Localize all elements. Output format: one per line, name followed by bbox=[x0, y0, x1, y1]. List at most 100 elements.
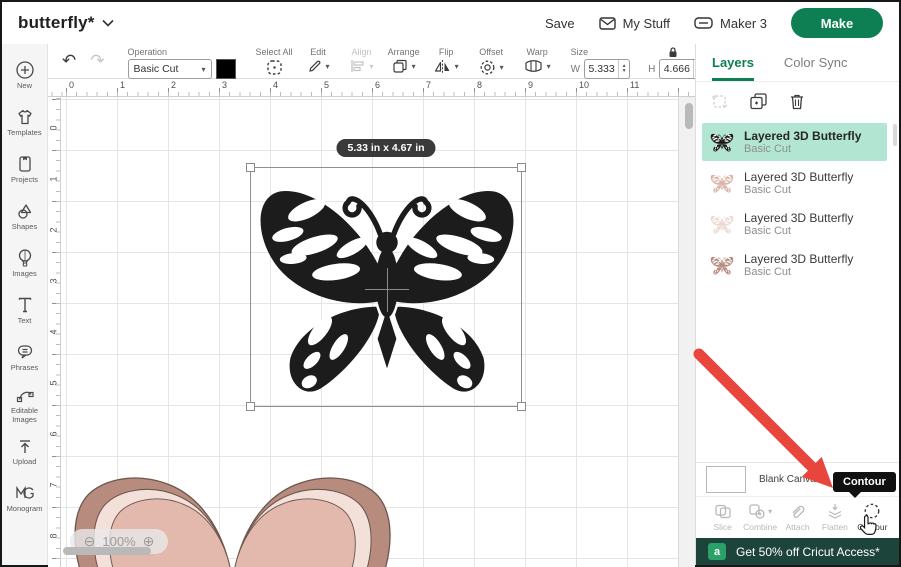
envelope-icon bbox=[599, 17, 616, 30]
ruler-tick-label: 2 bbox=[171, 80, 176, 90]
sidebar-item-upload[interactable]: Upload bbox=[2, 428, 47, 475]
sidebar-item-new[interactable]: New bbox=[2, 52, 47, 99]
layers-panel: Layers Color Sync Layered 3D ButterflyBa… bbox=[695, 44, 899, 565]
canvas-vertical-scrollbar[interactable] bbox=[685, 99, 694, 547]
ruler-vertical: 0 1 2 3 4 5 6 7 8 bbox=[48, 97, 61, 567]
monogram-icon bbox=[14, 483, 36, 503]
flatten-icon bbox=[826, 502, 844, 520]
promo-text: Get 50% off Cricut Access* bbox=[736, 545, 880, 559]
align-button[interactable]: ▾ bbox=[350, 59, 374, 73]
ruler-tick-label: 9 bbox=[528, 80, 533, 90]
upload-icon bbox=[15, 436, 35, 456]
blank-canvas-swatch[interactable] bbox=[706, 466, 746, 493]
arrange-button[interactable]: ▾ bbox=[392, 59, 416, 74]
operation-label: Operation bbox=[128, 47, 168, 57]
duplicate-icon bbox=[749, 92, 768, 111]
width-input[interactable]: 5.333 ▲▼ bbox=[584, 59, 630, 79]
contour-icon bbox=[863, 502, 881, 520]
layer-row[interactable]: Layered 3D ButterflyBasic Cut bbox=[702, 123, 887, 161]
delete-button[interactable] bbox=[788, 92, 806, 111]
undo-button[interactable]: ↶ bbox=[62, 51, 76, 71]
layer-row[interactable]: Layered 3D ButterflyBasic Cut bbox=[702, 246, 887, 284]
operation-select[interactable]: Basic Cut▾ bbox=[128, 59, 212, 79]
group-button[interactable] bbox=[710, 92, 729, 111]
layer-row[interactable]: Layered 3D ButterflyBasic Cut bbox=[702, 164, 887, 202]
flip-icon bbox=[434, 59, 451, 74]
ruler-tick-label: 1 bbox=[49, 173, 59, 186]
select-all-icon bbox=[266, 59, 283, 76]
tab-color-sync[interactable]: Color Sync bbox=[784, 44, 848, 81]
combine-button[interactable]: ▾ Combine bbox=[741, 502, 778, 538]
duplicate-button[interactable] bbox=[749, 92, 768, 111]
align-icon bbox=[350, 59, 366, 73]
ruler-tick-label: 2 bbox=[49, 224, 59, 237]
ruler-tick-label: 8 bbox=[477, 80, 482, 90]
selection-handle-top-right[interactable] bbox=[517, 163, 526, 172]
offset-button[interactable]: ▾ bbox=[479, 59, 504, 76]
edit-button[interactable]: ▾ bbox=[307, 59, 330, 74]
header-actions: Save My Stuff Maker 3 Make bbox=[545, 8, 883, 38]
warp-button[interactable]: ▾ bbox=[524, 59, 551, 73]
warp-icon bbox=[524, 59, 543, 73]
paperclip-icon bbox=[789, 502, 807, 520]
tshirt-icon bbox=[15, 107, 35, 127]
ruler-tick-label: 4 bbox=[273, 80, 278, 90]
layer-actions-bar: Slice ▾ Combine Attach Flatten Contour bbox=[696, 496, 899, 538]
selection-box[interactable]: 5.33 in x 4.67 in bbox=[250, 167, 522, 407]
scrollbar-thumb[interactable] bbox=[685, 103, 693, 129]
machine-selector[interactable]: Maker 3 bbox=[694, 16, 767, 31]
my-stuff-button[interactable]: My Stuff bbox=[599, 16, 670, 31]
selection-handle-bottom-right[interactable] bbox=[517, 402, 526, 411]
design-canvas[interactable]: 0 1 2 3 4 5 6 7 8 9 10 11 0 1 2 3 4 5 6 … bbox=[48, 79, 695, 567]
sidebar-item-editable-images[interactable]: Editable Images bbox=[2, 381, 47, 428]
color-swatch[interactable] bbox=[216, 59, 236, 79]
make-button[interactable]: Make bbox=[791, 8, 883, 38]
text-icon bbox=[15, 295, 35, 315]
flatten-button[interactable]: Flatten bbox=[816, 502, 853, 538]
layer-row[interactable]: Layered 3D ButterflyBasic Cut bbox=[702, 205, 887, 243]
slice-button[interactable]: Slice bbox=[704, 502, 741, 538]
project-badge-icon bbox=[15, 154, 35, 174]
selection-handle-bottom-left[interactable] bbox=[246, 402, 255, 411]
bezier-icon bbox=[15, 385, 35, 405]
sidebar-item-monogram[interactable]: Monogram bbox=[2, 475, 47, 522]
scrollbar-thumb[interactable] bbox=[893, 124, 897, 146]
shapes-icon bbox=[15, 201, 35, 221]
attach-button[interactable]: Attach bbox=[779, 502, 816, 538]
project-title-menu[interactable]: butterfly* bbox=[18, 13, 114, 33]
ruler-tick-label: 4 bbox=[49, 326, 59, 339]
save-button[interactable]: Save bbox=[545, 16, 575, 31]
lock-icon[interactable] bbox=[667, 46, 679, 58]
canvas-horizontal-scrollbar[interactable] bbox=[61, 547, 681, 555]
flip-button[interactable]: ▾ bbox=[434, 59, 459, 74]
edit-toolbar: ↶ ↷ Operation Basic Cut▾ Select All Edit bbox=[48, 44, 695, 79]
sidebar-item-projects[interactable]: Projects bbox=[2, 146, 47, 193]
promo-banner[interactable]: a Get 50% off Cricut Access* bbox=[696, 538, 899, 565]
selection-size-badge: 5.33 in x 4.67 in bbox=[336, 139, 435, 157]
selection-handle-top-left[interactable] bbox=[246, 163, 255, 172]
app-window: butterfly* Save My Stuff Maker 3 Make Ne… bbox=[0, 0, 901, 567]
chevron-down-icon bbox=[102, 19, 114, 27]
ruler-tick-label: 11 bbox=[630, 80, 639, 90]
ruler-tick-label: 5 bbox=[324, 80, 329, 90]
sidebar-item-text[interactable]: Text bbox=[2, 287, 47, 334]
width-stepper[interactable]: ▲▼ bbox=[618, 60, 629, 78]
pencil-icon bbox=[307, 59, 322, 74]
slice-icon bbox=[714, 502, 732, 520]
sidebar-item-templates[interactable]: Templates bbox=[2, 99, 47, 146]
trash-icon bbox=[788, 92, 806, 111]
ruler-tick-label: 6 bbox=[375, 80, 380, 90]
scrollbar-thumb[interactable] bbox=[63, 547, 151, 555]
header: butterfly* Save My Stuff Maker 3 Make bbox=[2, 2, 899, 44]
contour-button[interactable]: Contour bbox=[854, 502, 891, 538]
redo-button[interactable]: ↷ bbox=[90, 51, 104, 71]
offset-icon bbox=[479, 59, 496, 76]
sidebar-item-phrases[interactable]: Phrases bbox=[2, 334, 47, 381]
sidebar-item-shapes[interactable]: Shapes bbox=[2, 193, 47, 240]
speech-bubble-icon bbox=[15, 342, 35, 362]
select-all-button[interactable] bbox=[266, 59, 283, 76]
selection-crosshair bbox=[365, 289, 409, 290]
tab-layers[interactable]: Layers bbox=[712, 44, 754, 81]
panel-scrollbar[interactable] bbox=[893, 124, 898, 184]
sidebar-item-images[interactable]: Images bbox=[2, 240, 47, 287]
